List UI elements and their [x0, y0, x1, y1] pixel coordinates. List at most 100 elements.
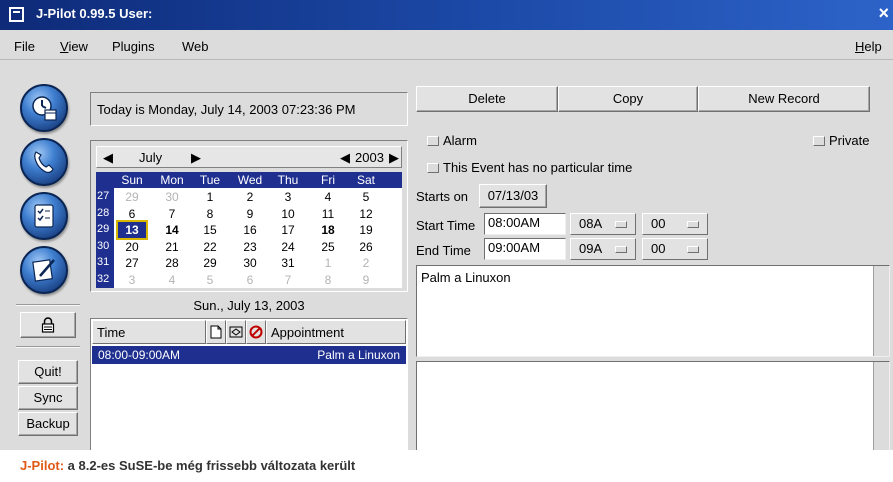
menu-help[interactable]: Help [855, 39, 882, 54]
calendar-day[interactable]: 29 [196, 255, 224, 271]
description-textarea[interactable]: Palm a Linuxon [416, 265, 890, 357]
sidebar-divider [16, 304, 80, 306]
calendar-day[interactable]: 2 [352, 255, 380, 271]
calendar-day[interactable]: 7 [274, 272, 302, 288]
prev-month-arrow[interactable]: ◀ [103, 150, 113, 166]
weekday-label: Wed [237, 173, 263, 187]
calendar-day[interactable]: 15 [196, 222, 224, 238]
address-icon[interactable] [20, 138, 68, 186]
calendar-day[interactable]: 1 [196, 189, 224, 205]
calendar-day[interactable]: 21 [158, 239, 186, 255]
calendar-day[interactable]: 17 [274, 222, 302, 238]
time-column-header[interactable]: Time [92, 320, 206, 344]
dropdown-indicator-icon [687, 221, 699, 228]
note-textarea[interactable] [416, 361, 890, 450]
calendar-day[interactable]: 9 [352, 272, 380, 288]
calendar-day[interactable]: 28 [158, 255, 186, 271]
calendar-day[interactable]: 30 [236, 255, 264, 271]
calendar-nav: ◀ July ▶ ◀ 2003 ▶ [96, 146, 402, 168]
calendar-day[interactable]: 23 [236, 239, 264, 255]
calendar-day[interactable]: 30 [158, 189, 186, 205]
prev-year-arrow[interactable]: ◀ [340, 150, 350, 166]
next-year-arrow[interactable]: ▶ [389, 150, 399, 166]
calendar-day[interactable]: 19 [352, 222, 380, 238]
end-time-label: End Time [416, 243, 471, 258]
note-scrollbar[interactable] [873, 362, 889, 450]
weekday-label: Thu [277, 173, 299, 187]
menu-plugins[interactable]: Plugins [112, 39, 155, 54]
calendar-day[interactable]: 22 [196, 239, 224, 255]
calendar-day[interactable]: 8 [196, 206, 224, 222]
calendar-day[interactable]: 24 [274, 239, 302, 255]
end-time-field[interactable]: 09:00AM [484, 238, 566, 260]
calendar-day[interactable]: 11 [314, 206, 342, 222]
close-icon[interactable]: × [878, 3, 889, 24]
delete-button[interactable]: Delete [416, 86, 558, 112]
dropdown-indicator-icon [687, 246, 699, 253]
title-bar[interactable]: J-Pilot 0.99.5 User: × [0, 0, 893, 30]
end-minute-select[interactable]: 00 [642, 238, 708, 260]
calendar-day[interactable]: 2 [236, 189, 264, 205]
menu-web[interactable]: Web [182, 39, 209, 54]
datebook-icon[interactable] [20, 84, 68, 132]
description-scrollbar[interactable] [873, 266, 889, 356]
calendar-day[interactable]: 16 [236, 222, 264, 238]
calendar-day[interactable]: 1 [314, 255, 342, 271]
calendar-day[interactable]: 20 [118, 239, 146, 255]
calendar-day[interactable]: 7 [158, 206, 186, 222]
new-record-button[interactable]: New Record [698, 86, 870, 112]
sync-button[interactable]: Sync [18, 386, 78, 410]
calendar-day[interactable]: 12 [352, 206, 380, 222]
copy-button[interactable]: Copy [558, 86, 698, 112]
calendar-day[interactable]: 5 [196, 272, 224, 288]
backup-button[interactable]: Backup [18, 412, 78, 436]
alarm-checkbox[interactable]: Alarm [427, 133, 477, 148]
no-time-checkbox[interactable]: This Event has no particular time [427, 160, 632, 175]
menu-file[interactable]: File [14, 39, 35, 54]
calendar-day[interactable]: 6 [118, 206, 146, 222]
today-label: Today is Monday, July 14, 2003 07:23:36 … [97, 102, 356, 117]
calendar-day[interactable]: 3 [274, 189, 302, 205]
table-row[interactable]: 08:00-09:00AM Palm a Linuxon [92, 346, 406, 364]
start-minute-select[interactable]: 00 [642, 213, 708, 235]
note-column-header[interactable] [206, 320, 226, 344]
next-month-arrow[interactable]: ▶ [191, 150, 201, 166]
calendar-day[interactable]: 26 [352, 239, 380, 255]
lock-button[interactable] [20, 312, 76, 338]
note-icon [210, 325, 222, 339]
quit-button[interactable]: Quit! [18, 360, 78, 384]
calendar-day[interactable]: 9 [236, 206, 264, 222]
calendar-day[interactable]: 6 [236, 272, 264, 288]
start-time-field[interactable]: 08:00AM [484, 213, 566, 235]
calendar-day[interactable]: 4 [314, 189, 342, 205]
calendar-day[interactable]: 4 [158, 272, 186, 288]
start-hour-select[interactable]: 08A [570, 213, 636, 235]
calendar-day[interactable]: 14 [158, 222, 186, 238]
calendar-day[interactable]: 10 [274, 206, 302, 222]
private-checkbox[interactable]: Private [813, 133, 869, 148]
todo-icon[interactable] [20, 192, 68, 240]
appointment-column-header[interactable]: Appointment [266, 320, 406, 344]
end-hour-select[interactable]: 09A [570, 238, 636, 260]
memo-icon[interactable] [20, 246, 68, 294]
alarm-column-header[interactable] [246, 320, 266, 344]
calendar-day[interactable]: 8 [314, 272, 342, 288]
window-menu-icon[interactable] [9, 7, 24, 22]
today-box: Today is Monday, July 14, 2003 07:23:36 … [90, 92, 408, 126]
dropdown-indicator-icon [615, 246, 627, 253]
calendar-day[interactable]: 29 [118, 189, 146, 205]
calendar-day[interactable]: 25 [314, 239, 342, 255]
repeat-column-header[interactable] [226, 320, 246, 344]
calendar-day[interactable]: 31 [274, 255, 302, 271]
calendar-day[interactable]: 3 [118, 272, 146, 288]
month-label: July [139, 150, 163, 165]
calendar-day[interactable]: 27 [118, 255, 146, 271]
menu-view[interactable]: View [60, 39, 88, 54]
alarm-label: Alarm [443, 133, 477, 148]
calendar-day[interactable]: 13 [116, 220, 148, 240]
calendar-day[interactable]: 18 [314, 222, 342, 238]
weekday-label: Fri [321, 173, 335, 187]
calendar-grid: Sun Mon Tue Wed Thu Fri Sat 27 28 29 30 31 32 29 30 1… [96, 172, 402, 288]
starts-on-button[interactable]: 07/13/03 [479, 184, 547, 208]
calendar-day[interactable]: 5 [352, 189, 380, 205]
